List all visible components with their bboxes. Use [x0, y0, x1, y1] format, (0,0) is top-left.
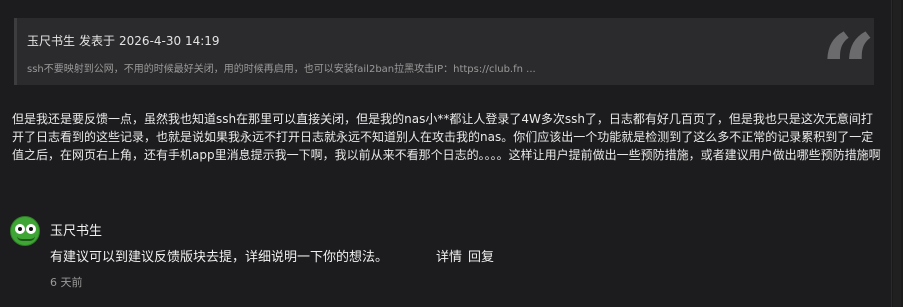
avatar-pupil	[18, 227, 22, 231]
reply-author[interactable]: 玉尺书生	[50, 220, 102, 239]
page: 玉尺书生 发表于 2026-4-30 14:19 ssh不要映射到公网，不用的时候最…	[0, 0, 903, 307]
scrollbar[interactable]	[891, 0, 903, 307]
avatar-mouth	[17, 236, 35, 241]
reply-link[interactable]: 回复	[468, 250, 494, 265]
quote-posted-label: 发表于	[79, 34, 116, 48]
reply-item: 玉尺书生 有建议可以到建议反馈版块去提，详细说明一下你的想法。 详情 回复 6 天…	[10, 216, 870, 296]
quote-timestamp: 2026-4-30 14:19	[119, 34, 220, 48]
reply-actions: 详情 回复	[436, 246, 500, 265]
quote-excerpt: ssh不要映射到公网，不用的时候最好关闭，用的时候再启用，也可以安装fail2b…	[27, 64, 536, 75]
quote-header: 玉尺书生 发表于 2026-4-30 14:19	[27, 32, 220, 49]
quote-mark-icon: “	[820, 18, 874, 86]
scrollbar-thumb[interactable]	[893, 0, 901, 307]
quote-author[interactable]: 玉尺书生	[27, 34, 75, 48]
avatar-pupil	[29, 227, 33, 231]
reply-text: 有建议可以到建议反馈版块去提，详细说明一下你的想法。	[50, 250, 389, 265]
reply-time: 6 天前	[50, 276, 83, 289]
avatar[interactable]	[10, 216, 40, 246]
details-link[interactable]: 详情	[436, 250, 462, 265]
post-body: 但是我还是要反馈一点，虽然我也知道ssh在那里可以直接关闭，但是我的nas小**…	[12, 112, 881, 162]
quoted-post: 玉尺书生 发表于 2026-4-30 14:19 ssh不要映射到公网，不用的时候最…	[14, 18, 874, 85]
